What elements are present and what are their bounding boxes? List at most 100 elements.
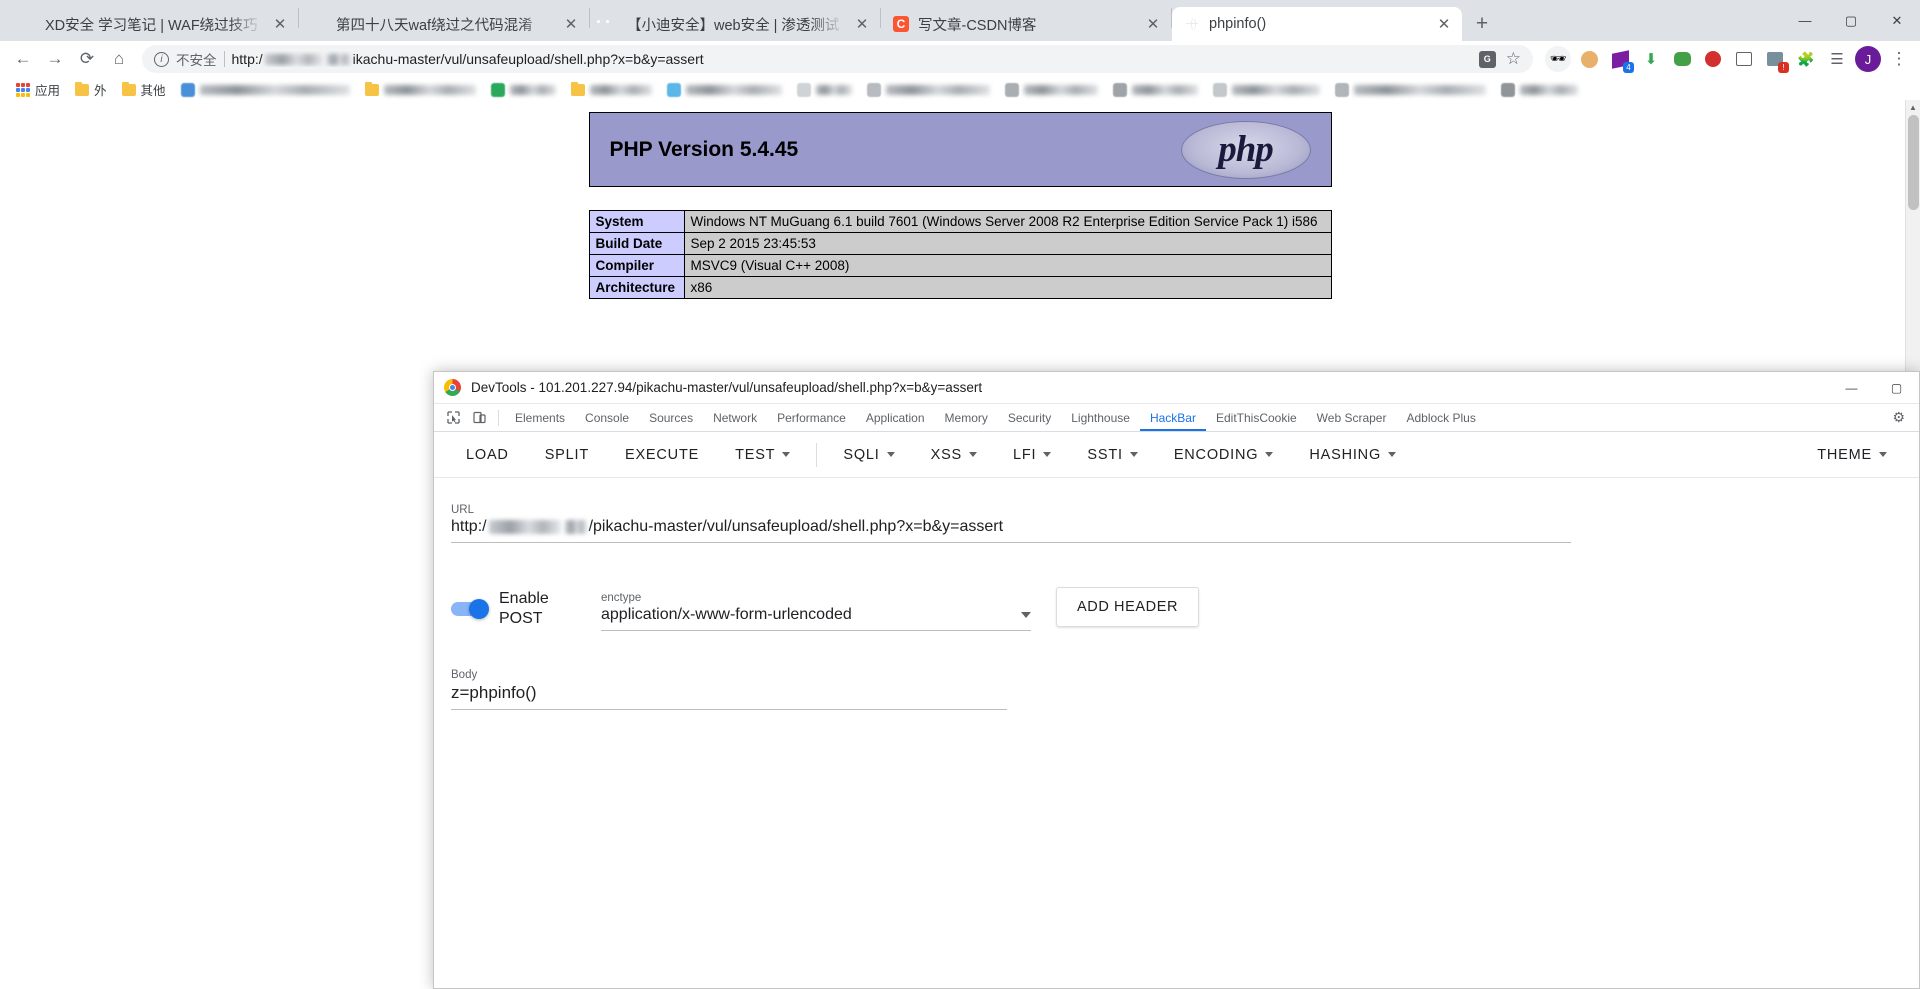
enctype-select[interactable]: application/x-www-form-urlencoded [601,606,1031,630]
new-tab-button[interactable]: + [1468,10,1496,38]
purple-layers-icon[interactable]: 4 [1607,46,1634,73]
chevron-down-icon [1043,452,1052,457]
bookmark-item[interactable] [1207,81,1326,99]
encoding-menu[interactable]: ENCODING [1156,432,1292,478]
browser-tab[interactable]: XD安全 学习笔记 | WAF绕过技巧 ✕ [8,7,298,41]
tab-console[interactable]: Console [575,404,639,431]
incognito-mask-icon[interactable]: 🕶 [1545,46,1571,72]
bookmark-item[interactable] [175,81,356,99]
enctype-label: enctype [601,592,642,604]
home-icon[interactable]: ⌂ [104,44,134,74]
devtools-minimize-button[interactable]: — [1829,372,1874,404]
blurred-icon [796,82,811,97]
body-input[interactable]: z=phpinfo() [451,683,1007,709]
split-button[interactable]: SPLIT [527,432,607,478]
blurred-bookmark-label [1231,84,1320,95]
maximize-button[interactable]: ▢ [1828,0,1874,41]
browser-menu-icon[interactable]: ⋮ [1886,46,1912,72]
tab-hackbar[interactable]: HackBar [1140,404,1206,431]
cookie-editor-icon[interactable] [1576,46,1602,72]
proxy-switch-icon[interactable]: ! [1762,46,1789,73]
bookmark-folder[interactable]: 其他 [116,78,172,101]
xss-menu[interactable]: XSS [913,432,995,478]
browser-tab[interactable]: C 写文章-CSDN博客 ✕ [881,7,1171,41]
phpinfo-table: System Windows NT MuGuang 6.1 build 7601… [588,210,1332,299]
enable-post-toggle-group[interactable]: Enable POST [451,589,591,629]
execute-button[interactable]: EXECUTE [607,432,717,478]
tab-close-icon[interactable]: ✕ [852,14,872,34]
url-suffix: ikachu-master/vul/unsafeupload/shell.php… [352,51,704,67]
extensions-bar: 🕶 4 ⬇ ! 🧩 ☰ J ⋮ [1541,46,1912,73]
bookmark-item[interactable] [1495,81,1584,99]
enable-post-toggle[interactable] [451,599,489,619]
bookmark-star-icon[interactable]: ☆ [1506,49,1521,69]
tab-web-scraper[interactable]: Web Scraper [1307,404,1397,431]
tab-close-icon[interactable]: ✕ [1434,14,1454,34]
devtools-maximize-button[interactable]: ▢ [1874,372,1919,404]
tab-elements[interactable]: Elements [505,404,575,431]
download-icon[interactable]: ⬇ [1638,46,1664,72]
test-menu[interactable]: TEST [717,432,808,478]
browser-tab[interactable]: 【小迪安全】web安全 | 渗透测试 ✕ [590,7,880,41]
bookmark-item[interactable] [661,81,788,99]
avatar[interactable]: J [1855,46,1881,72]
bookmark-item[interactable] [485,81,562,99]
device-toolbar-icon[interactable] [466,406,492,430]
reading-list-icon[interactable]: ☰ [1824,46,1850,72]
chevron-down-icon [782,452,791,457]
forward-icon[interactable]: → [40,44,70,74]
adblock-icon[interactable] [1700,46,1726,72]
sqli-menu[interactable]: SQLI [825,432,912,478]
tab-close-icon[interactable]: ✕ [1143,14,1163,34]
tab-close-icon[interactable]: ✕ [270,14,290,34]
inspect-element-icon[interactable] [440,406,466,430]
bookmark-folder[interactable]: 外 [69,78,113,101]
theme-menu[interactable]: THEME [1799,432,1905,478]
scroll-up-icon[interactable]: ▲ [1906,100,1920,115]
tab-memory[interactable]: Memory [935,404,998,431]
ssti-menu[interactable]: SSTI [1069,432,1155,478]
tab-performance[interactable]: Performance [767,404,856,431]
gear-icon[interactable]: ⚙ [1884,409,1913,426]
extension-badge: 4 [1623,62,1634,73]
bookmark-item[interactable] [861,81,996,99]
browser-tab[interactable]: 第四十八天waf绕过之代码混淆 ✕ [299,7,589,41]
bookmark-item[interactable] [359,81,482,98]
bookmark-item[interactable] [565,81,658,98]
back-icon[interactable]: ← [8,44,38,74]
tab-application[interactable]: Application [856,404,935,431]
test-label: TEST [735,446,776,463]
bookmark-item[interactable] [1107,81,1204,99]
minimize-button[interactable]: — [1782,0,1828,41]
scrollbar-thumb[interactable] [1908,115,1919,210]
close-window-button[interactable]: ✕ [1874,0,1920,41]
tab-network[interactable]: Network [703,404,767,431]
bookmark-item[interactable] [999,81,1104,99]
reload-icon[interactable]: ⟳ [72,44,102,74]
bookmark-item[interactable] [1329,81,1492,99]
puzzle-extensions-icon[interactable]: 🧩 [1793,46,1819,72]
bookmark-item[interactable] [791,81,858,99]
hashing-menu[interactable]: HASHING [1291,432,1414,478]
add-header-button[interactable]: ADD HEADER [1056,587,1200,627]
url-input[interactable]: http:/ /pikachu-master/vul/unsafeupload/… [451,518,1571,542]
tab-security[interactable]: Security [998,404,1061,431]
chat-bubble-icon[interactable] [1669,46,1695,72]
tab-adblock-plus[interactable]: Adblock Plus [1396,404,1485,431]
tab-editthiscookie[interactable]: EditThisCookie [1206,404,1307,431]
tab-lighthouse[interactable]: Lighthouse [1061,404,1140,431]
browser-tab-active[interactable]: phpinfo() ✕ [1172,7,1462,41]
translate-icon[interactable]: G [1478,50,1496,68]
window-icon[interactable] [1731,46,1757,72]
chevron-down-icon [1265,452,1274,457]
post-settings-row: Enable POST enctype application/x-www-fo… [451,587,1919,631]
load-button[interactable]: LOAD [448,432,527,478]
globe-icon [1184,16,1201,33]
address-bar[interactable]: i 不安全 http:/ ikachu-master/vul/unsafeupl… [142,45,1533,73]
table-cell-key: Architecture [588,276,685,299]
tab-close-icon[interactable]: ✕ [561,14,581,34]
info-icon[interactable]: i [154,51,169,67]
bookmark-apps[interactable]: 应用 [10,78,66,101]
tab-sources[interactable]: Sources [639,404,703,431]
lfi-menu[interactable]: LFI [995,432,1069,478]
